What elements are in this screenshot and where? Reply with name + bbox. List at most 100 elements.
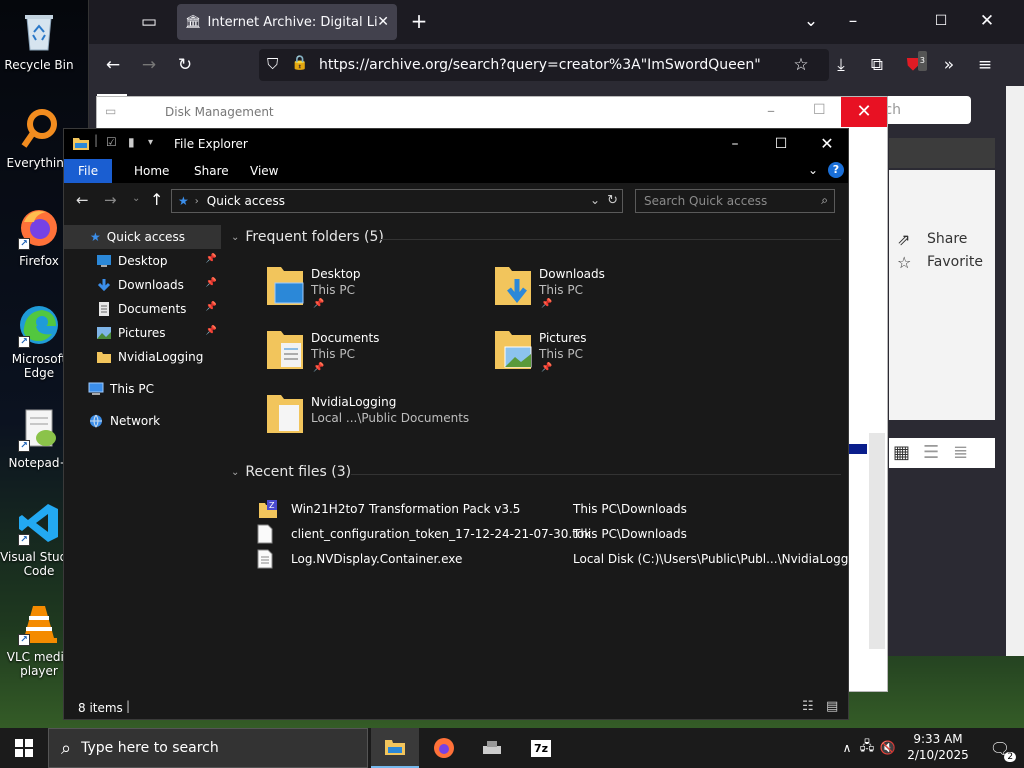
maximize-icon[interactable]: ☐ xyxy=(758,129,804,159)
bookmark-star-icon[interactable]: ☆ xyxy=(789,55,813,75)
nav-label: Network xyxy=(110,414,161,428)
shortcut-arrow-icon: ↗ xyxy=(18,238,30,250)
browser-scrollbar[interactable] xyxy=(1006,86,1024,656)
pin-icon[interactable]: 📌 xyxy=(206,302,217,312)
folder-location: Local ...\Public Documents xyxy=(311,411,470,425)
pin-icon[interactable]: 📌 xyxy=(206,278,217,288)
taskbar-disk-management[interactable] xyxy=(468,728,516,768)
customize-qat-icon[interactable]: ▾ xyxy=(148,137,153,148)
shortcut-arrow-icon: ↗ xyxy=(18,336,30,348)
share-icon[interactable]: ⇗ xyxy=(897,230,910,249)
forward-icon[interactable]: → xyxy=(104,191,117,209)
nav-downloads[interactable]: Downloads 📌 xyxy=(64,273,221,297)
folder-tile-downloads[interactable]: Downloads This PC 📌 xyxy=(493,263,713,319)
up-icon[interactable]: ↑ xyxy=(150,190,163,209)
folder-tile-pictures[interactable]: Pictures This PC 📌 xyxy=(493,327,713,383)
new-tab-icon[interactable]: + xyxy=(407,11,431,31)
downloads-icon[interactable]: ⤓ xyxy=(829,55,853,75)
close-window-icon[interactable]: ✕ xyxy=(975,11,999,31)
maximize-icon[interactable]: ☐ xyxy=(929,11,953,31)
grid-view-icon[interactable]: ▦ xyxy=(893,442,910,463)
folder-tile-desktop[interactable]: Desktop This PC 📌 xyxy=(265,263,485,319)
new-folder-icon[interactable]: ▮ xyxy=(128,135,135,149)
compact-view-icon[interactable]: ≣ xyxy=(953,442,968,463)
back-icon[interactable]: ← xyxy=(101,55,125,75)
recent-file-row[interactable]: client_configuration_token_17-12-24-21-0… xyxy=(257,522,847,546)
expand-ribbon-icon[interactable]: ⌄ xyxy=(808,163,818,177)
reload-icon[interactable]: ↻ xyxy=(173,55,197,75)
recent-file-row[interactable]: Log.NVDisplay.Container.exe Local Disk (… xyxy=(257,547,867,571)
tab-overview-icon[interactable]: ▭ xyxy=(137,12,161,32)
forward-icon[interactable]: → xyxy=(137,55,161,75)
nav-label: NvidiaLogging xyxy=(118,350,204,364)
nav-quick-access[interactable]: ★ Quick access xyxy=(64,225,221,249)
large-icons-view-icon[interactable]: ▤ xyxy=(826,699,838,714)
share-link[interactable]: Share xyxy=(927,231,967,247)
properties-icon[interactable]: ☑ xyxy=(106,135,117,149)
pin-icon[interactable]: 📌 xyxy=(206,326,217,336)
vlc-icon: ↗ xyxy=(16,600,62,646)
url-bar[interactable]: ⛉ 🔒 https://archive.org/search?query=cre… xyxy=(259,49,829,81)
favorite-link[interactable]: Favorite xyxy=(927,254,983,270)
details-view-icon[interactable]: ☷ xyxy=(802,699,814,714)
notification-center-button[interactable]: 🗨 2 xyxy=(980,728,1020,768)
nav-this-pc[interactable]: This PC xyxy=(64,377,221,401)
taskbar-file-explorer[interactable] xyxy=(371,728,419,768)
taskbar-search-box[interactable]: ⌕ Type here to search xyxy=(48,728,368,768)
recent-locations-icon[interactable]: ⌄ xyxy=(132,193,140,204)
pin-icon[interactable]: 📌 xyxy=(206,254,217,264)
nav-network[interactable]: Network xyxy=(64,409,221,433)
taskbar-clock[interactable]: 9:33 AM 2/10/2025 xyxy=(900,731,976,763)
collapse-chevron-icon[interactable]: ⌄ xyxy=(231,232,239,243)
close-tab-icon[interactable]: ✕ xyxy=(377,14,389,30)
taskbar-7zip[interactable]: 7z xyxy=(517,728,565,768)
lock-icon[interactable]: 🔒 xyxy=(291,55,308,71)
volume-muted-icon[interactable]: 🔇 xyxy=(878,741,898,756)
back-icon[interactable]: ← xyxy=(76,191,89,209)
ribbon-tab-file[interactable]: File xyxy=(64,159,113,183)
nav-desktop[interactable]: Desktop 📌 xyxy=(64,249,221,273)
favorite-star-icon[interactable]: ☆ xyxy=(897,253,911,272)
minimize-icon[interactable]: – xyxy=(767,101,775,120)
nav-nvidialogging[interactable]: NvidiaLogging xyxy=(64,345,221,369)
search-icon: ⌕ xyxy=(821,193,828,207)
close-icon[interactable]: ✕ xyxy=(841,97,887,127)
folder-tile-nvidialogging[interactable]: NvidiaLogging Local ...\Public Documents xyxy=(265,391,485,447)
disk-management-scrollbar[interactable] xyxy=(869,433,885,649)
desktop-icon-label: Everything xyxy=(6,156,72,170)
extensions-icon[interactable]: ⧉ xyxy=(865,55,889,75)
start-button[interactable] xyxy=(0,728,48,768)
overflow-menu-icon[interactable]: » xyxy=(937,55,961,75)
folder-tile-documents[interactable]: Documents This PC 📌 xyxy=(265,327,485,383)
hamburger-menu-icon[interactable]: ≡ xyxy=(973,55,997,75)
search-box[interactable]: Search Quick access ⌕ xyxy=(635,189,835,213)
help-icon[interactable]: ? xyxy=(828,162,844,178)
show-hidden-icons-icon[interactable]: ∧ xyxy=(838,741,856,755)
breadcrumb-chevron-icon[interactable]: › xyxy=(195,196,199,207)
recent-file-row[interactable]: Z Win21H2to7 Transformation Pack v3.5 Th… xyxy=(257,497,847,521)
list-tabs-icon[interactable]: ⌄ xyxy=(799,11,823,31)
ublock-icon[interactable]: ⛊ 3 xyxy=(901,51,927,75)
close-icon[interactable]: ✕ xyxy=(804,129,850,159)
browser-tab[interactable]: 🏛 Internet Archive: Digital Library ✕ xyxy=(177,4,397,40)
list-view-icon[interactable]: ☰ xyxy=(923,442,939,463)
address-bar[interactable]: ★ › Quick access ⌄ ↻ xyxy=(171,189,623,213)
ribbon-tab-home[interactable]: Home xyxy=(120,159,183,183)
nav-documents[interactable]: Documents 📌 xyxy=(64,297,221,321)
recent-files-header[interactable]: ⌄ Recent files (3) xyxy=(231,464,351,480)
taskbar-firefox[interactable] xyxy=(420,728,468,768)
desktop-icon-recycle-bin[interactable]: Recycle Bin xyxy=(0,8,78,72)
collapse-chevron-icon[interactable]: ⌄ xyxy=(231,467,239,478)
ribbon-tab-share[interactable]: Share xyxy=(180,159,243,183)
nav-pictures[interactable]: Pictures 📌 xyxy=(64,321,221,345)
maximize-icon[interactable]: ☐ xyxy=(813,102,826,118)
minimize-icon[interactable]: – xyxy=(841,11,865,31)
refresh-icon[interactable]: ↻ xyxy=(607,193,618,208)
minimize-icon[interactable]: – xyxy=(712,129,758,159)
address-dropdown-icon[interactable]: ⌄ xyxy=(590,193,600,207)
network-status-icon[interactable]: 🖧 xyxy=(856,737,878,759)
nav-label: Downloads xyxy=(118,278,184,292)
frequent-folders-header[interactable]: ⌄ Frequent folders (5) xyxy=(231,229,384,245)
ribbon-tab-view[interactable]: View xyxy=(236,159,292,183)
shield-icon[interactable]: ⛉ xyxy=(267,55,278,73)
